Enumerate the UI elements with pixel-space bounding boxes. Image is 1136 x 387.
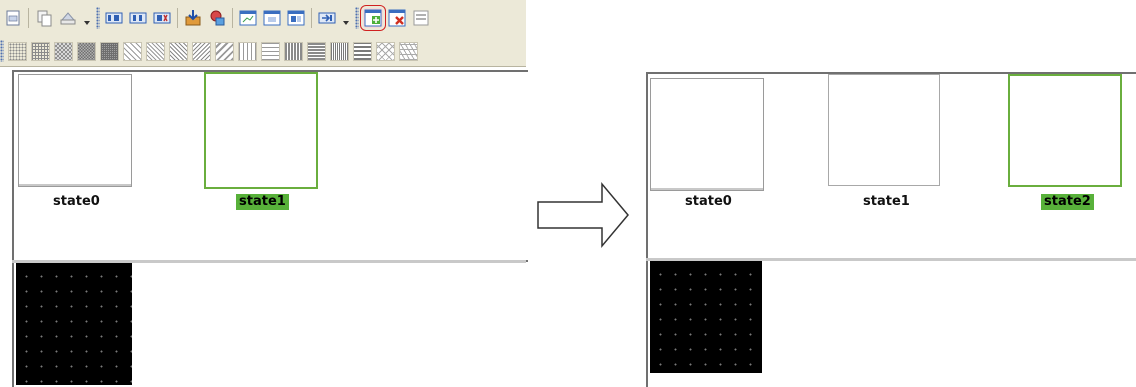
pattern-toolbar	[0, 36, 526, 67]
before-screenshot: state0 state1	[0, 0, 528, 387]
toolbar-grip[interactable]	[96, 7, 100, 29]
window-copy-icon[interactable]	[262, 8, 282, 28]
pattern-vertical-lines-icon[interactable]	[238, 41, 257, 61]
state-list-icon[interactable]	[411, 8, 431, 28]
pattern-dense-dots-icon[interactable]	[8, 41, 27, 61]
object-icon[interactable]	[207, 8, 227, 28]
pattern-grid-icon[interactable]	[31, 41, 50, 61]
print-icon[interactable]	[58, 8, 78, 28]
pattern-horizontal-dense-icon[interactable]	[353, 41, 372, 61]
pattern-checker-icon[interactable]	[54, 41, 73, 61]
pattern-vertical-dense-icon[interactable]	[330, 41, 349, 61]
state-list: state0 state1	[12, 70, 528, 262]
state-thumbnail-state1[interactable]	[204, 72, 318, 189]
pattern-vertical-thick-icon[interactable]	[284, 41, 303, 61]
add-state-icon[interactable]	[360, 5, 386, 31]
preview-area	[12, 263, 528, 387]
state-thumbnail-state0[interactable]	[650, 78, 764, 191]
align-left-icon[interactable]	[104, 8, 124, 28]
state-list: state0 state1 state2	[646, 72, 1136, 260]
black-canvas-preview[interactable]	[16, 263, 132, 385]
pattern-horizontal-thick-icon[interactable]	[307, 41, 326, 61]
toolbar-grip[interactable]	[355, 7, 359, 29]
transition-arrow-icon	[537, 181, 629, 249]
import-icon[interactable]	[183, 8, 203, 28]
pattern-diamond-icon[interactable]	[376, 41, 395, 61]
pattern-diagonal-cross-icon[interactable]	[169, 41, 188, 61]
toolbar-overflow-chevron[interactable]	[82, 8, 92, 28]
state-label-selected[interactable]: state1	[236, 194, 289, 210]
pattern-diagonal-down-thin-icon[interactable]	[146, 41, 165, 61]
main-toolbar	[0, 0, 526, 36]
state-label-selected[interactable]: state2	[1041, 194, 1094, 210]
toolbar-separator	[177, 8, 178, 28]
align-right-icon[interactable]	[152, 8, 172, 28]
state-label[interactable]: state1	[860, 194, 913, 210]
toolbar-separator	[28, 8, 29, 28]
state-thumbnail-state2[interactable]	[1008, 74, 1122, 187]
state-thumbnail-state1[interactable]	[828, 74, 940, 186]
pattern-diagonal-up-thin-icon[interactable]	[215, 41, 234, 61]
delete-state-icon[interactable]	[387, 8, 407, 28]
toolbar-overflow-chevron[interactable]	[341, 8, 351, 28]
window-edit-icon[interactable]	[286, 8, 306, 28]
pattern-horizontal-lines-icon[interactable]	[261, 41, 280, 61]
state-thumbnail-state0[interactable]	[18, 74, 132, 187]
pattern-dark-checker-icon[interactable]	[77, 41, 96, 61]
align-center-icon[interactable]	[128, 8, 148, 28]
pattern-diagonal-up-icon[interactable]	[192, 41, 211, 61]
toolbar-grip[interactable]	[0, 40, 4, 62]
toolbar-separator	[311, 8, 312, 28]
state-label[interactable]: state0	[50, 194, 103, 210]
pattern-diagonal-down-icon[interactable]	[123, 41, 142, 61]
black-canvas-preview[interactable]	[650, 261, 762, 373]
pattern-dark-grid-icon[interactable]	[100, 41, 119, 61]
pattern-weave-icon[interactable]	[399, 41, 418, 61]
preview-area	[646, 261, 1136, 387]
after-screenshot: state0 state1 state2	[646, 72, 1136, 387]
state-label[interactable]: state0	[682, 194, 735, 210]
page-icon[interactable]	[3, 8, 23, 28]
copy-icon[interactable]	[34, 8, 54, 28]
window-icon[interactable]	[238, 8, 258, 28]
toolbar-separator	[232, 8, 233, 28]
jump-icon[interactable]	[317, 8, 337, 28]
